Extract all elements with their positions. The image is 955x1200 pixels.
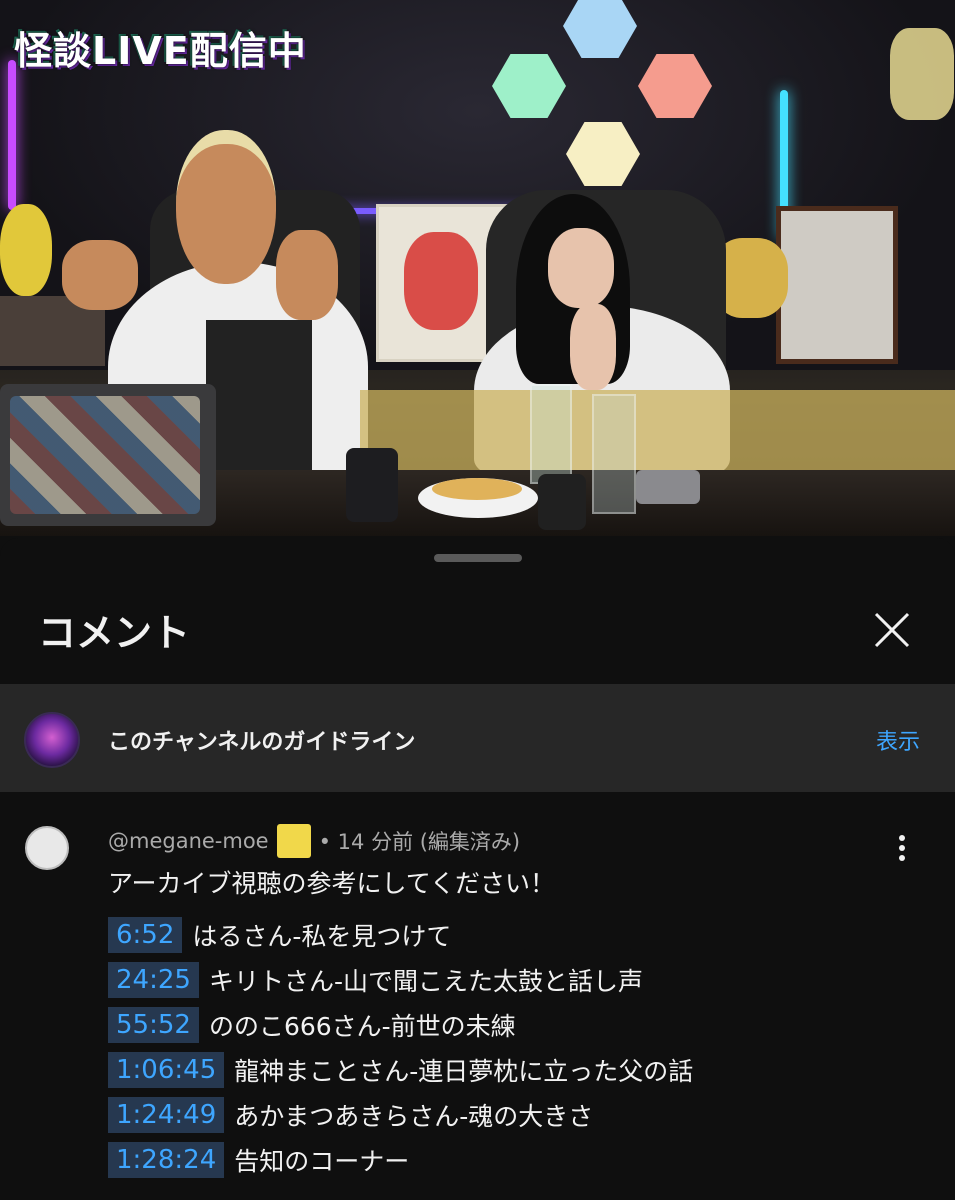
comments-sheet: コメント このチャンネルのガイドライン 表示 @megane-moe • 14 … xyxy=(0,538,955,1200)
timestamp-label: 龍神まことさん-連日夢枕に立った父の話 xyxy=(234,1056,694,1086)
commenter-avatar[interactable] xyxy=(25,826,69,870)
host-woman-hands xyxy=(570,304,616,390)
sticker-cluster xyxy=(10,396,200,514)
host-man-head xyxy=(176,130,276,284)
timestamp-label: あかまつあきらさん-魂の大きさ xyxy=(234,1101,594,1131)
mascot-figure xyxy=(0,204,52,296)
sheet-title: コメント xyxy=(38,611,191,655)
timestamp-link[interactable]: 1:28:24 xyxy=(108,1141,225,1178)
neon-light-left xyxy=(8,60,16,210)
host-man-hand-right xyxy=(276,230,338,320)
timestamp-label: キリトさん-山で聞こえた太鼓と話し声 xyxy=(208,966,643,996)
timestamp-row: 1:28:24 告知のコーナー xyxy=(108,1137,928,1182)
comment-intro-text: アーカイブ視聴の参考にしてください！ xyxy=(108,869,556,898)
show-guidelines-button[interactable]: 表示 xyxy=(876,724,920,756)
timestamp-row: 55:52 ののこ666さん-前世の未練 xyxy=(108,1002,928,1047)
comment-header: @megane-moe • 14 分前 (編集済み) xyxy=(108,824,520,858)
timestamp-link[interactable]: 55:52 xyxy=(108,1006,199,1043)
shirt-print xyxy=(206,320,312,470)
comment-author[interactable]: @megane-moe xyxy=(108,829,269,853)
glass-left xyxy=(530,384,572,484)
portrait-frame xyxy=(776,206,898,364)
comment-meta: • 14 分前 (編集済み) xyxy=(318,830,521,854)
more-options-icon[interactable] xyxy=(896,834,908,862)
timestamp-row: 1:24:49 あかまつあきらさん-魂の大きさ xyxy=(108,1092,928,1137)
chips xyxy=(432,478,522,500)
timestamp-label: はるさん-私を見つけて xyxy=(192,921,452,951)
timestamp-link[interactable]: 1:06:45 xyxy=(108,1051,225,1088)
timestamp-row: 1:06:45 龍神まことさん-連日夢枕に立った父の話 xyxy=(108,1047,928,1092)
star-light xyxy=(890,28,954,120)
channel-guidelines-bar[interactable]: このチャンネルのガイドライン 表示 xyxy=(0,684,955,792)
close-icon[interactable] xyxy=(872,610,912,650)
timestamp-link[interactable]: 6:52 xyxy=(108,916,183,953)
back-wall-yellow xyxy=(360,390,955,480)
host-man-hand-left xyxy=(62,240,138,310)
timestamp-row: 6:52 はるさん-私を見つけて xyxy=(108,912,928,957)
cup xyxy=(538,474,586,530)
timestamp-row: 24:25 キリトさん-山で聞こえた太鼓と話し声 xyxy=(108,957,928,1002)
timestamp-link[interactable]: 1:24:49 xyxy=(108,1096,225,1133)
timestamp-label: 告知のコーナー xyxy=(234,1146,410,1176)
channel-avatar xyxy=(24,712,80,768)
timestamp-link[interactable]: 24:25 xyxy=(108,961,199,998)
live-overlay-title: 怪談LIVE配信中 xyxy=(14,29,307,73)
video-player[interactable]: 怪談LIVE配信中 xyxy=(0,0,955,536)
guidelines-text: このチャンネルのガイドライン xyxy=(108,730,416,755)
timestamp-label: ののこ666さん-前世の未練 xyxy=(208,1011,516,1041)
daruma-art xyxy=(404,232,478,330)
host-woman-face xyxy=(548,228,614,308)
drag-handle[interactable] xyxy=(434,554,522,562)
snack-can xyxy=(346,448,398,522)
phone xyxy=(636,470,700,504)
member-badge-icon xyxy=(276,824,311,858)
comment-body: アーカイブ視聴の参考にしてください！ 6:52 はるさん-私を見つけて 24:2… xyxy=(108,866,928,1182)
glass-right xyxy=(592,394,636,514)
